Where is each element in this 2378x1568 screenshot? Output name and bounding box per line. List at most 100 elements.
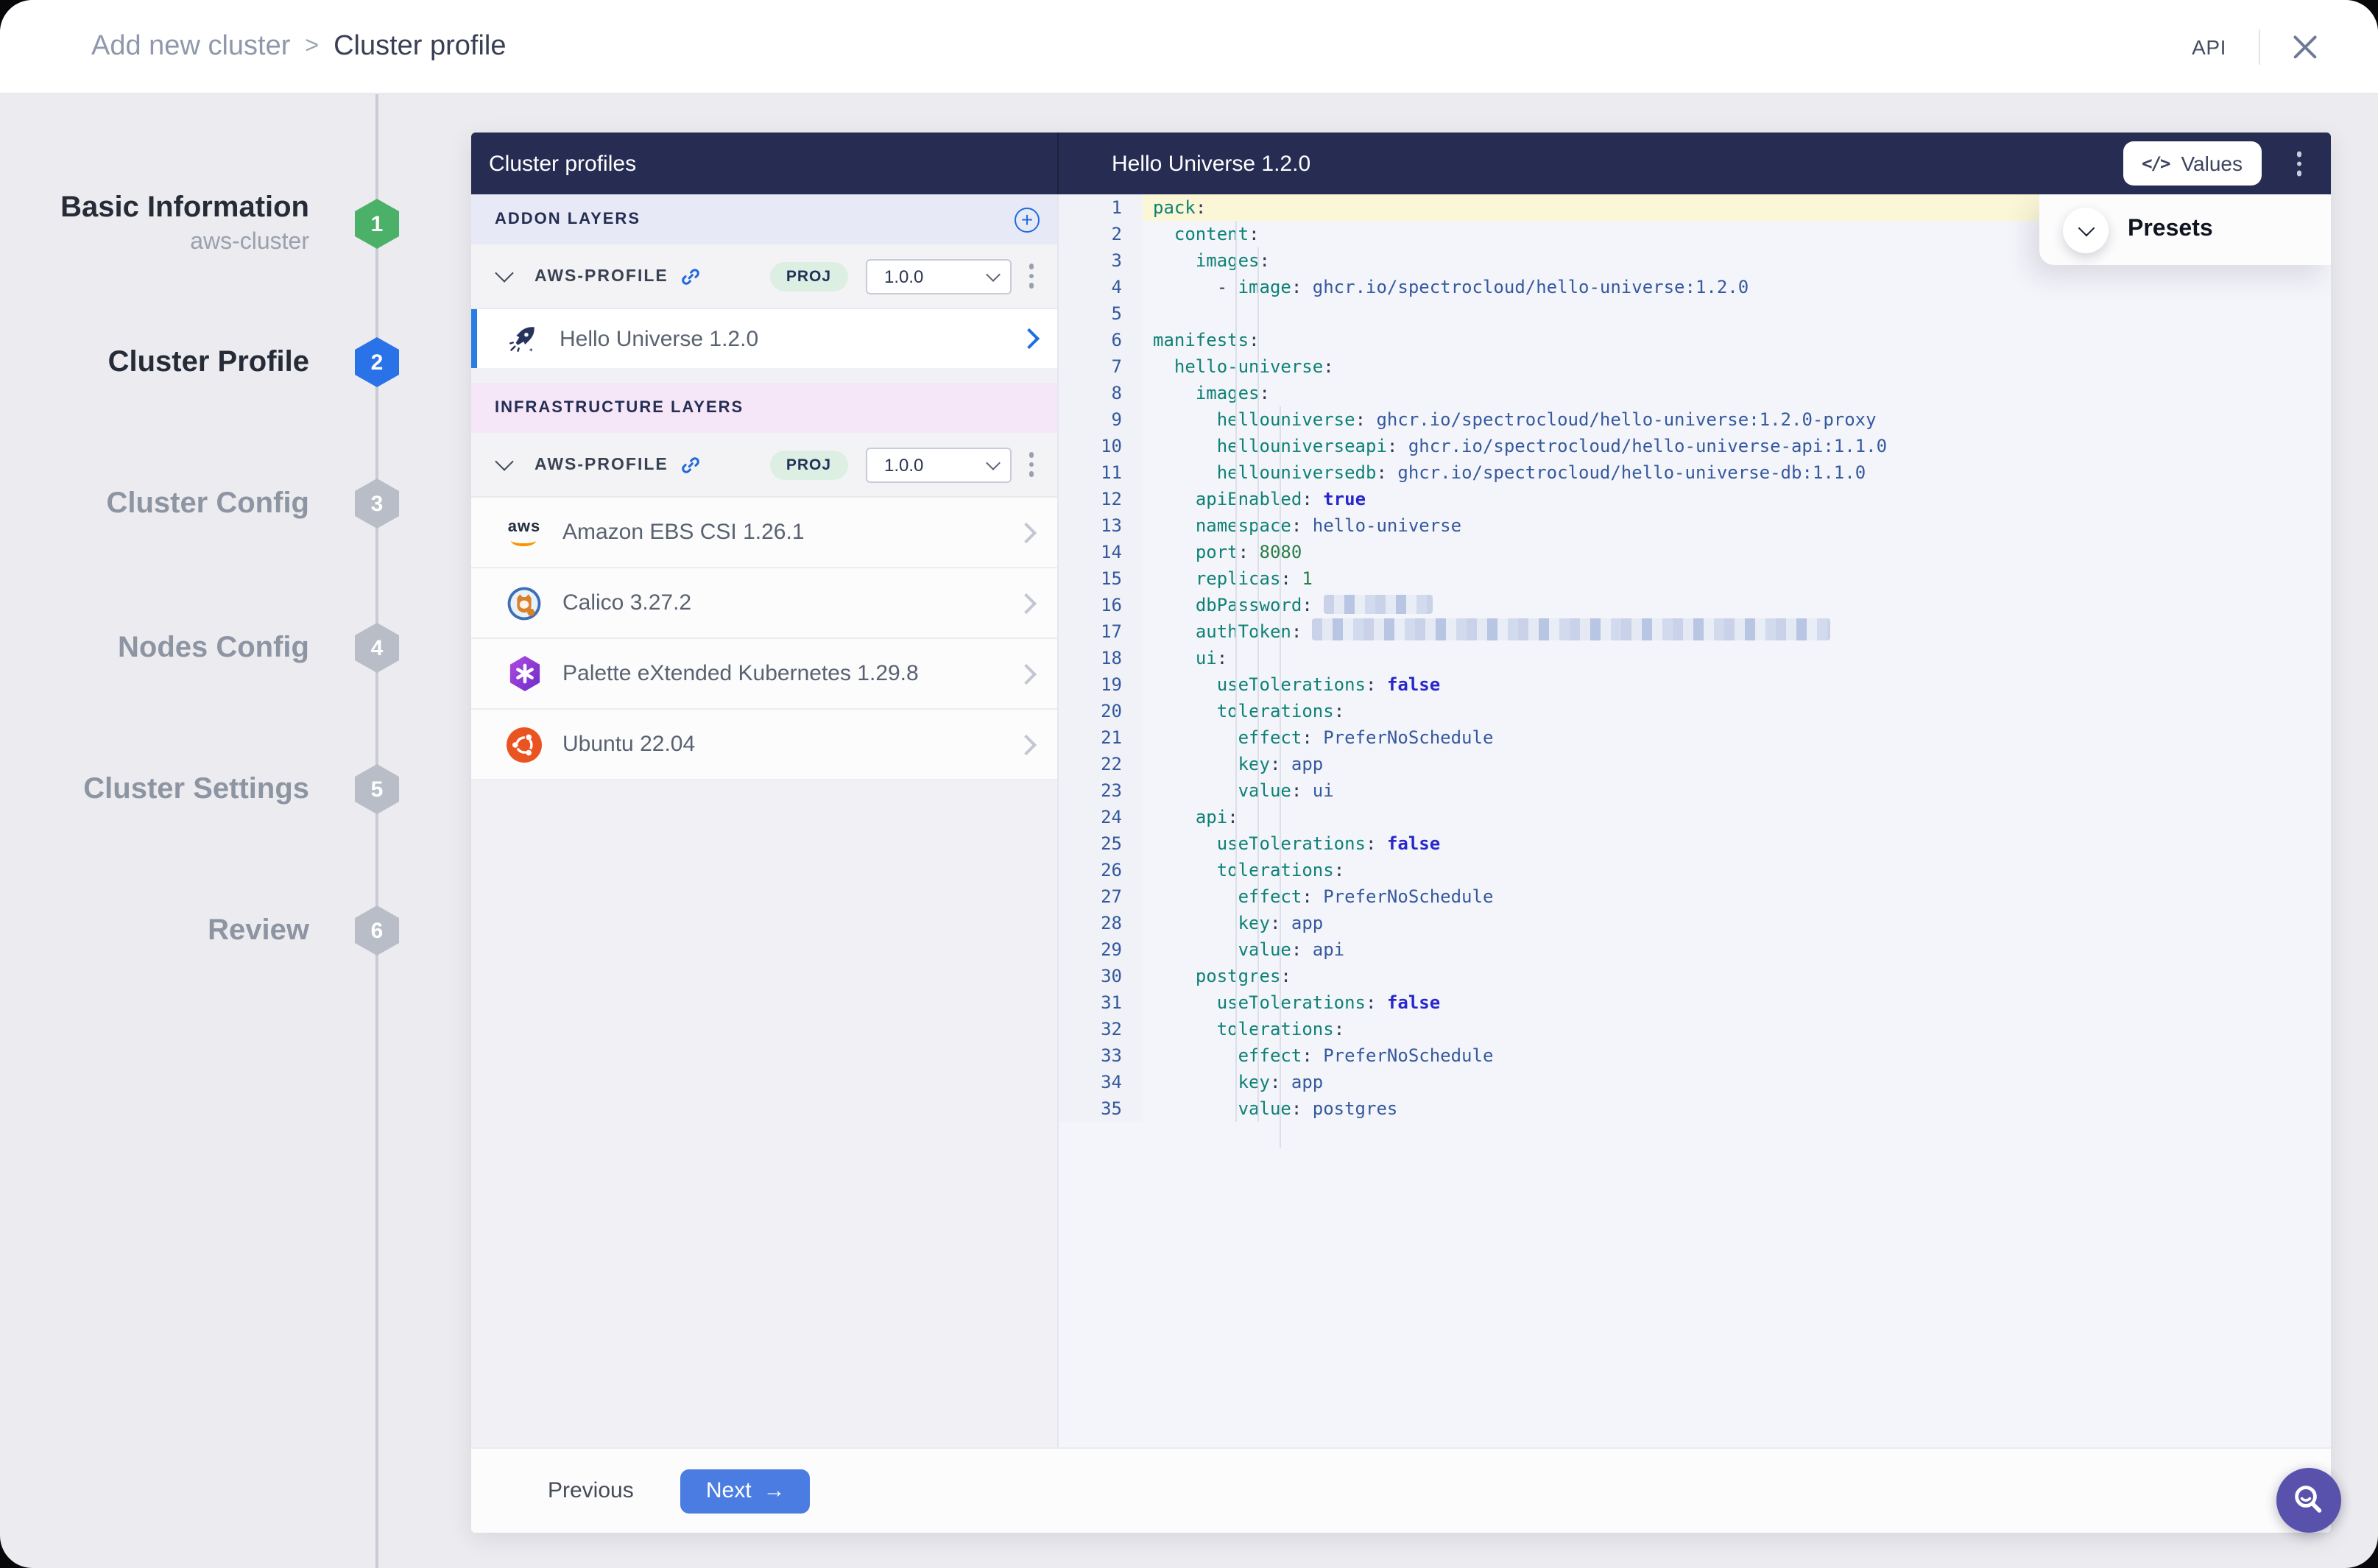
breadcrumb-parent[interactable]: Add new cluster (91, 30, 290, 63)
profile-menu-kebab-icon[interactable] (1023, 447, 1040, 483)
link-icon (680, 454, 701, 475)
selected-pack-row[interactable]: Hello Universe 1.2.0 (471, 309, 1057, 368)
add-layer-icon[interactable]: + (1015, 207, 1040, 232)
step-title: Cluster Config (106, 487, 309, 520)
step-number: 3 (371, 491, 384, 516)
yaml-editor[interactable]: 1pack:2 content:3 images:4 - image: ghcr… (1059, 194, 2331, 1449)
step-title: Cluster Settings (83, 772, 309, 806)
next-button-label: Next (706, 1478, 752, 1503)
step-label: Review (29, 889, 309, 972)
search-fab-button[interactable] (2276, 1468, 2341, 1533)
line-number: 33 (1059, 1042, 1143, 1069)
step-title: Nodes Config (118, 631, 309, 665)
layer-item-row[interactable]: Calico 3.27.2 (471, 568, 1057, 639)
previous-button[interactable]: Previous (533, 1469, 649, 1512)
code-line: 24 api: (1059, 804, 2331, 830)
indent-guide (1257, 247, 1259, 1122)
code-line: 10 hellouniverseapi: ghcr.io/spectroclou… (1059, 433, 2331, 459)
code-line: 8 images: (1059, 380, 2331, 406)
profile-menu-kebab-icon[interactable] (1023, 258, 1040, 294)
values-button-label: Values (2181, 152, 2243, 175)
values-button[interactable]: </> Values (2123, 141, 2262, 186)
line-number: 28 (1059, 910, 1143, 936)
step-title: Cluster Profile (108, 345, 309, 379)
step-hexagon-badge: 1 (355, 199, 399, 249)
line-number: 1 (1059, 194, 1143, 221)
card-body: ADDON LAYERS+AWS-PROFILEPROJ1.0.0Hello U… (471, 194, 2331, 1449)
line-number: 2 (1059, 221, 1143, 247)
code-line: 17 authToken: (1059, 618, 2331, 645)
arrow-right-icon: → (763, 1480, 786, 1502)
code-icon: </> (2142, 153, 2169, 174)
step-number: 2 (371, 350, 384, 375)
code-line: 11 hellouniversedb: ghcr.io/spectrocloud… (1059, 459, 2331, 486)
calico-icon (507, 585, 542, 621)
layer-item-row[interactable]: awsAmazon EBS CSI 1.26.1 (471, 498, 1057, 568)
line-number: 24 (1059, 804, 1143, 830)
redacted-value (1313, 618, 1831, 640)
layer-name: Ubuntu 22.04 (562, 732, 695, 757)
yaml-code: 1pack:2 content:3 images:4 - image: ghcr… (1059, 194, 2331, 1122)
line-number: 25 (1059, 830, 1143, 857)
line-number: 22 (1059, 751, 1143, 777)
chevron-down-icon[interactable] (495, 452, 513, 470)
line-number: 21 (1059, 724, 1143, 751)
line-number: 29 (1059, 936, 1143, 963)
version-value: 1.0.0 (884, 454, 923, 475)
layer-item-row[interactable]: Ubuntu 22.04 (471, 710, 1057, 780)
indent-guide (1235, 221, 1237, 1122)
chevron-right-icon (1016, 663, 1037, 684)
line-number: 8 (1059, 380, 1143, 406)
step-title: Review (208, 914, 309, 947)
section-header-infra-layers: INFRASTRUCTURE LAYERS (471, 383, 1057, 433)
code-line: 7 hello-universe: (1059, 353, 2331, 380)
step-label: Cluster Config (29, 462, 309, 545)
link-icon (680, 266, 701, 286)
scope-badge: PROJ (770, 261, 847, 291)
chevron-right-icon (1016, 522, 1037, 543)
stepper-step-review[interactable]: Review6 (29, 889, 401, 972)
step-label: Cluster Profile (29, 321, 309, 403)
layer-item-row[interactable]: Palette eXtended Kubernetes 1.29.8 (471, 639, 1057, 710)
line-number: 6 (1059, 327, 1143, 353)
chevron-down-icon[interactable] (495, 264, 513, 282)
step-title: Basic Information (60, 191, 309, 225)
layer-name: Calico 3.27.2 (562, 590, 691, 615)
version-select[interactable]: 1.0.0 (865, 258, 1011, 294)
stepper-step-cluster-config[interactable]: Cluster Config 3 (29, 462, 401, 545)
step-number: 4 (371, 635, 384, 660)
next-button[interactable]: Next → (681, 1469, 811, 1513)
line-number: 23 (1059, 777, 1143, 804)
code-line: 31 useTolerations: false (1059, 989, 2331, 1016)
line-number: 9 (1059, 406, 1143, 433)
code-line: 35 value: postgres (1059, 1095, 2331, 1122)
stepper-step-cluster-settings[interactable]: Cluster Settings5 (29, 748, 401, 830)
stepper-step-nodes-config[interactable]: Nodes Config 4 (29, 607, 401, 689)
line-number: 19 (1059, 671, 1143, 698)
code-line: 33 effect: PreferNoSchedule (1059, 1042, 2331, 1069)
presets-panel: Presets (2039, 194, 2331, 265)
page-title: Cluster profile (334, 30, 506, 63)
chevron-down-icon (985, 455, 1000, 470)
editor-menu-kebab-icon[interactable] (2290, 146, 2307, 182)
scope-badge: PROJ (770, 450, 847, 479)
section-title: INFRASTRUCTURE LAYERS (495, 399, 744, 417)
presets-chevron-icon[interactable] (2063, 207, 2109, 252)
stepper-step-cluster-profile[interactable]: Cluster Profile 2 (29, 321, 401, 403)
section-header-addon-layers: ADDON LAYERS+ (471, 194, 1057, 244)
stepper-step-basic-information[interactable]: Basic Informationaws-cluster1 (29, 183, 401, 265)
version-select[interactable]: 1.0.0 (865, 447, 1011, 482)
line-number: 27 (1059, 883, 1143, 910)
app-window: Add new cluster > Cluster profile API Ba… (0, 0, 2378, 1568)
breadcrumb: Add new cluster > Cluster profile (91, 30, 507, 63)
line-number: 34 (1059, 1069, 1143, 1095)
aws-icon: aws (508, 519, 541, 545)
line-number: 4 (1059, 274, 1143, 300)
code-line: 34 key: app (1059, 1069, 2331, 1095)
code-line: 27 effect: PreferNoSchedule (1059, 883, 2331, 910)
version-value: 1.0.0 (884, 266, 923, 286)
rocket-icon (506, 323, 537, 354)
close-icon[interactable] (2293, 33, 2319, 60)
api-link[interactable]: API (2192, 35, 2226, 58)
line-number: 7 (1059, 353, 1143, 380)
